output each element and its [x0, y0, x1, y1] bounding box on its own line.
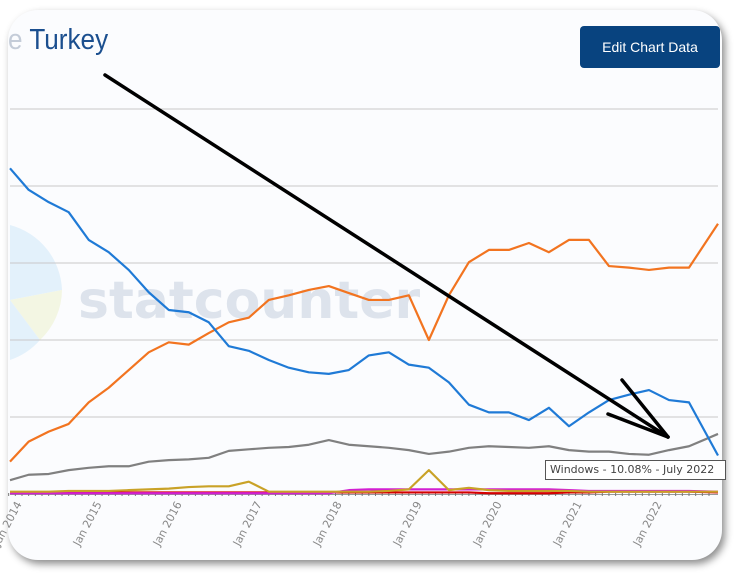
x-tick-label: Jan 2016 [150, 499, 185, 549]
x-tick-label: Jan 2021 [550, 499, 585, 549]
x-tick-label: Jan 2022 [630, 499, 665, 549]
annotation-arrow-icon [103, 73, 670, 439]
x-tick-label: Jan 2014 [0, 499, 25, 549]
x-tick-label: Jan 2018 [310, 499, 345, 549]
x-tick-label: Jan 2020 [470, 499, 505, 549]
x-tick-label: Jan 2015 [70, 499, 105, 549]
x-tick-label: Jan 2017 [230, 499, 265, 549]
line-chart: statcounterJan 2014 Jan 2015 Jan 2016 Jan 2… [0, 73, 719, 549]
x-tick-label: Jan 2019 [390, 499, 425, 549]
tooltip: Windows - 10.08% - July 2022 [545, 460, 726, 480]
